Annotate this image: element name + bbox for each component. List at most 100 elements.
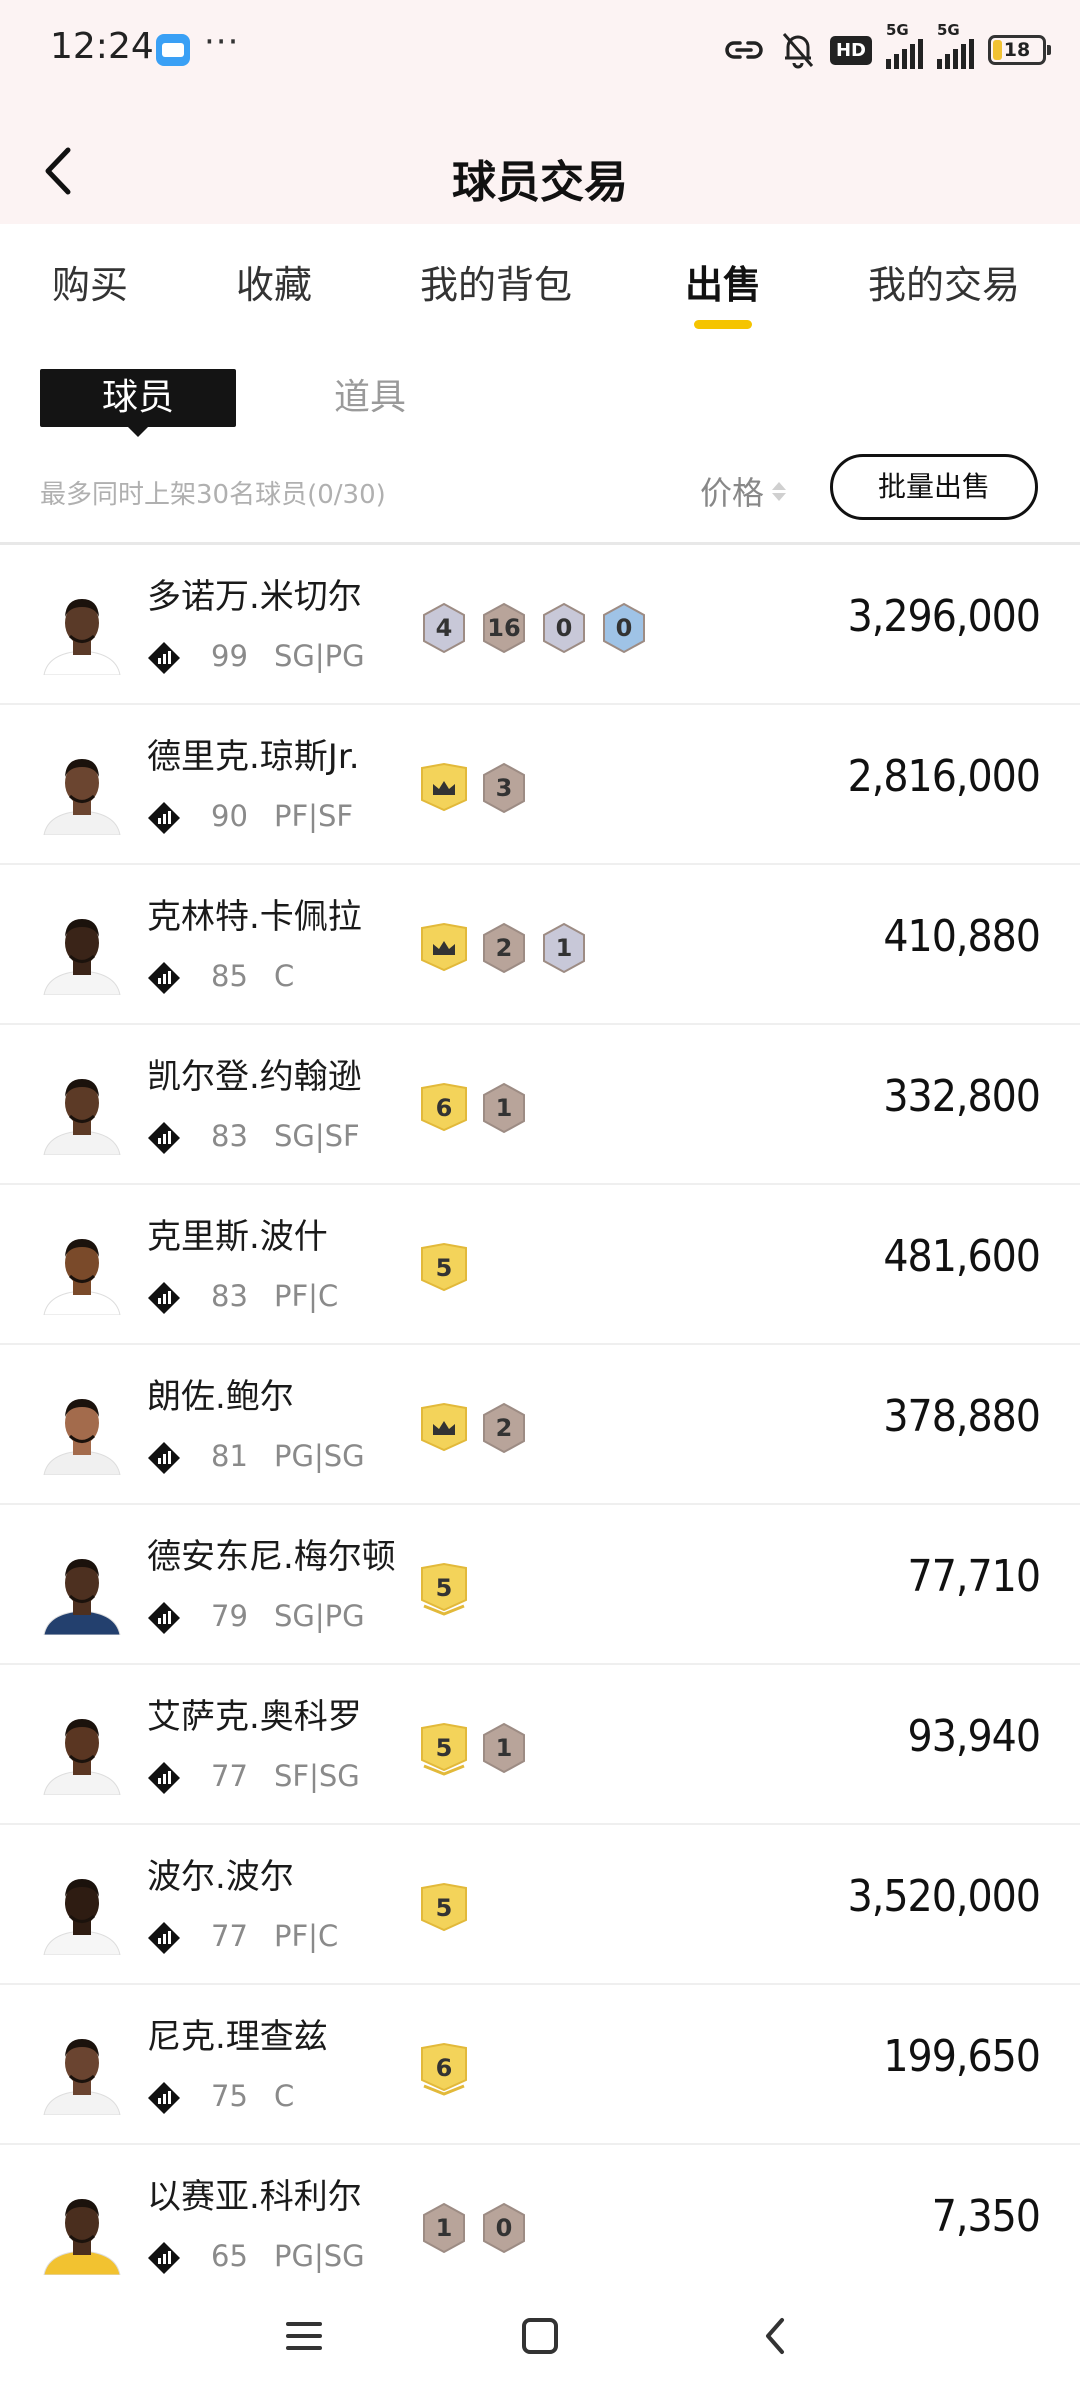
crown-badge-icon	[420, 1402, 468, 1454]
status-icons: HD 5G 5G 18	[722, 21, 1051, 74]
active-tab-indicator	[694, 320, 752, 329]
player-price: 7,350	[931, 2191, 1041, 2242]
badge-count: 6	[435, 2054, 453, 2082]
player-price: 77,710	[907, 1551, 1041, 1602]
battery-level: 18	[1003, 39, 1031, 61]
status-bar: 12:24 ··· HD 5G 5G 18	[0, 0, 1080, 100]
player-name: 艾萨克.奥科罗	[147, 1697, 362, 1737]
bulk-sell-button[interactable]: 批量出售	[830, 454, 1038, 520]
page-title: 球员交易	[452, 157, 628, 208]
tab-my-trades[interactable]: 我的交易	[868, 254, 1020, 309]
more-notifications-icon: ···	[204, 22, 240, 62]
player-row[interactable]: 尼克.理查兹 75 C 6 199,650	[0, 1985, 1080, 2145]
back-nav-button[interactable]	[746, 2306, 806, 2366]
player-name: 波尔.波尔	[147, 1857, 294, 1897]
player-row[interactable]: 多诺万.米切尔 99 SG|PG 4 16 0 0 3,296,000	[0, 545, 1080, 705]
player-price: 93,940	[907, 1711, 1041, 1762]
badge-count: 0	[615, 614, 633, 642]
player-rating: 81	[211, 1439, 248, 1473]
player-badges: 5	[420, 1562, 468, 1616]
player-badges: 5	[420, 1242, 468, 1294]
rating-diamond-icon	[148, 1122, 180, 1154]
player-position: SG|PG	[274, 1599, 365, 1633]
menu-button[interactable]	[274, 2306, 334, 2366]
sort-arrows-icon	[772, 481, 787, 501]
player-row[interactable]: 克林特.卡佩拉 85 C 2 1 410,880	[0, 865, 1080, 1025]
bronze-badge: 2	[480, 922, 528, 974]
badge-count: 16	[487, 614, 521, 642]
player-avatar	[43, 1719, 121, 1795]
player-badges: 61	[420, 1082, 528, 1134]
rating-diamond-icon	[148, 2082, 180, 2114]
player-badges: 6	[420, 2042, 468, 2096]
player-row[interactable]: 艾萨克.奥科罗 77 SF|SG 5 1 93,940	[0, 1665, 1080, 1825]
gold2-badge: 5	[420, 1562, 468, 1616]
badge-count: 5	[435, 1574, 453, 1602]
player-rating: 90	[211, 799, 248, 833]
player-row[interactable]: 克里斯.波什 83 PF|C 5 481,600	[0, 1185, 1080, 1345]
menu-icon	[286, 2322, 322, 2350]
tab-favorites[interactable]: 收藏	[236, 254, 312, 309]
player-position: PF|SF	[274, 799, 354, 833]
signal-5g-icon: 5G	[937, 21, 974, 69]
player-position: C	[274, 959, 295, 993]
player-avatar	[43, 1239, 121, 1315]
player-rating: 77	[211, 1919, 248, 1953]
player-position: SF|SG	[274, 1759, 360, 1793]
subtab-players[interactable]: 球员	[40, 369, 236, 437]
badge-count: 5	[435, 1254, 453, 1282]
player-price: 3,296,000	[847, 591, 1041, 642]
listing-limit-text: 最多同时上架30名球员(0/30)	[40, 480, 386, 510]
badge-count: 1	[435, 2214, 453, 2242]
rating-diamond-icon	[148, 642, 180, 674]
player-position: PG|SG	[274, 1439, 365, 1473]
player-row[interactable]: 波尔.波尔 77 PF|C 5 3,520,000	[0, 1825, 1080, 1985]
bronze-badge: 16	[480, 602, 528, 654]
player-name: 克里斯.波什	[147, 1217, 328, 1257]
bronze-badge: 1	[480, 1082, 528, 1134]
player-rating: 65	[211, 2239, 248, 2273]
rating-diamond-icon	[148, 1282, 180, 1314]
gold-badge: 5	[420, 1882, 468, 1934]
player-row[interactable]: 凯尔登.约翰逊 83 SG|SF 6 1 332,800	[0, 1025, 1080, 1185]
player-price: 378,880	[883, 1391, 1041, 1442]
player-price: 410,880	[883, 911, 1041, 962]
tab-sell[interactable]: 出售	[685, 254, 761, 309]
bronze-badge: 2	[480, 1402, 528, 1454]
player-row[interactable]: 德里克.琼斯Jr. 90 PF|SF 3 2,816,000	[0, 705, 1080, 865]
home-button[interactable]	[510, 2306, 570, 2366]
player-rating: 77	[211, 1759, 248, 1793]
tab-my-backpack[interactable]: 我的背包	[420, 254, 572, 309]
system-nav-bar	[0, 2276, 1080, 2400]
player-badges: 10	[420, 2202, 528, 2254]
badge-count: 5	[435, 1894, 453, 1922]
home-icon	[522, 2318, 558, 2354]
status-time: 12:24	[50, 26, 154, 67]
hd-voice-icon: HD	[829, 35, 872, 65]
link-icon	[722, 35, 766, 65]
gold-badge: 5	[420, 1242, 468, 1294]
player-name: 以赛亚.科利尔	[147, 2177, 362, 2217]
player-avatar	[43, 599, 121, 675]
rating-diamond-icon	[148, 1762, 180, 1794]
bronze-badge: 3	[480, 762, 528, 814]
badge-count: 1	[555, 934, 573, 962]
player-avatar	[43, 1879, 121, 1955]
player-row[interactable]: 朗佐.鲍尔 81 PG|SG 2 378,880	[0, 1345, 1080, 1505]
player-avatar	[43, 2199, 121, 2275]
player-rating: 83	[211, 1279, 248, 1313]
price-sort-button[interactable]: 价格	[700, 468, 787, 514]
player-position: SG|PG	[274, 639, 365, 673]
player-price: 3,520,000	[847, 1871, 1041, 1922]
back-icon	[766, 2318, 784, 2354]
player-position: PF|C	[274, 1279, 339, 1313]
player-name: 凯尔登.约翰逊	[147, 1057, 362, 1097]
player-row[interactable]: 德安东尼.梅尔顿 79 SG|PG 5 77,710	[0, 1505, 1080, 1665]
bronze-badge: 1	[420, 2202, 468, 2254]
subtab-items[interactable]: 道具	[334, 368, 406, 420]
badge-count: 6	[435, 1094, 453, 1122]
rating-diamond-icon	[148, 1602, 180, 1634]
player-rating: 83	[211, 1119, 248, 1153]
bronze-badge: 1	[480, 1722, 528, 1774]
tab-buy[interactable]: 购买	[52, 254, 128, 309]
